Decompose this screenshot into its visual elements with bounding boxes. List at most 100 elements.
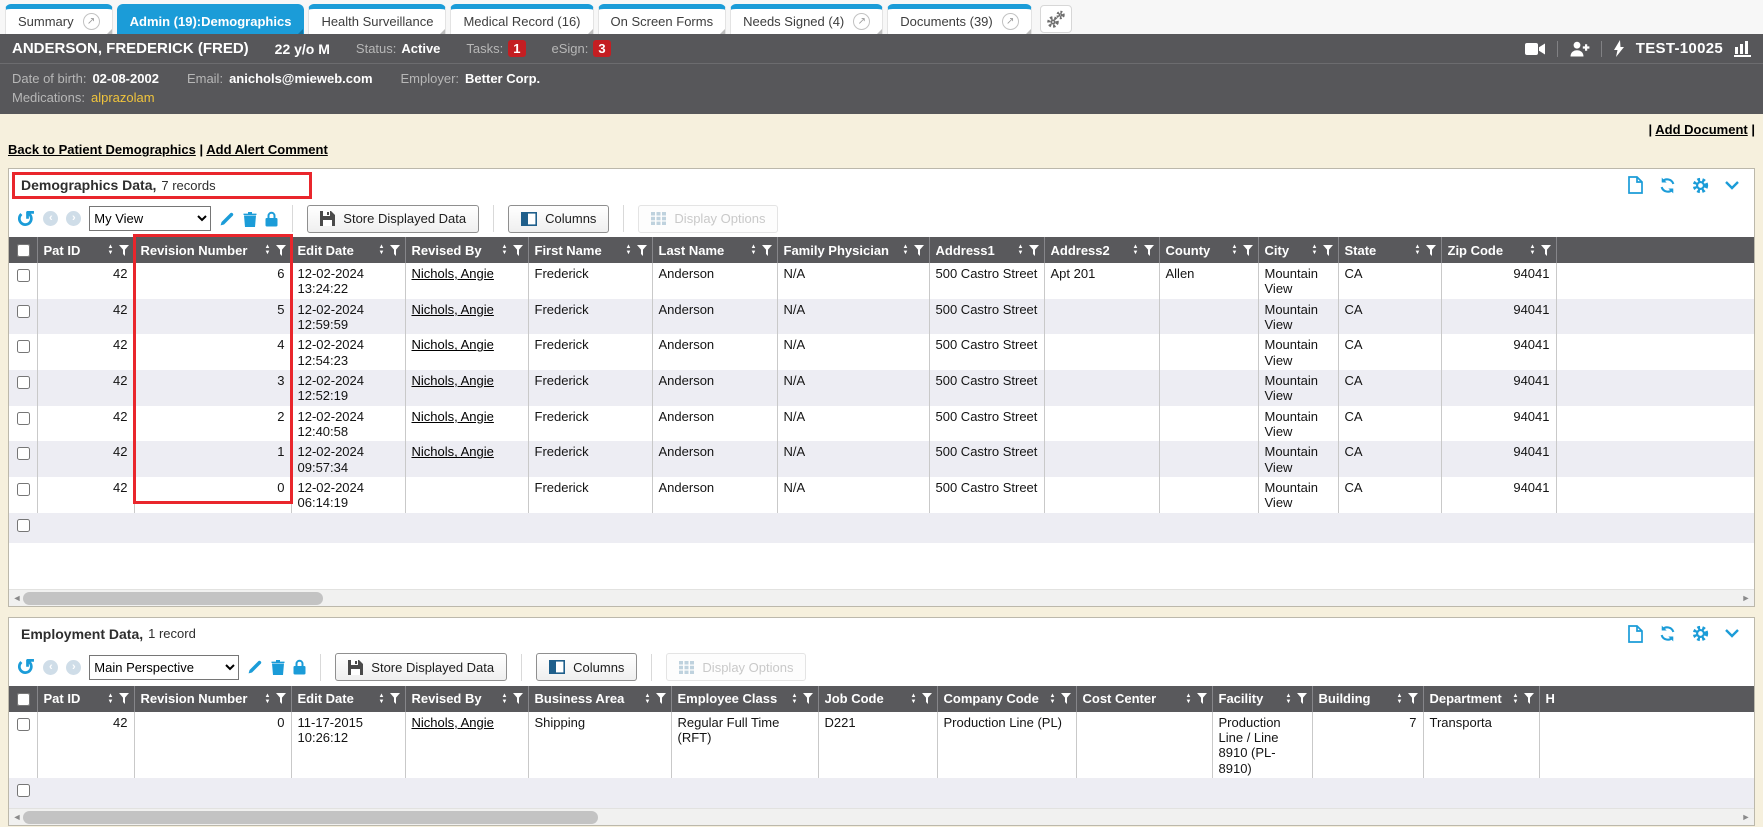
history-forward-icon[interactable]: › xyxy=(66,660,81,675)
columns-button[interactable]: Columns xyxy=(536,653,637,681)
filter-icon[interactable] xyxy=(922,693,932,704)
popout-icon[interactable]: ↗ xyxy=(853,13,870,30)
new-document-icon[interactable] xyxy=(1628,625,1643,643)
popout-icon[interactable]: ↗ xyxy=(1002,13,1019,30)
perspective-select[interactable]: Main Perspective xyxy=(89,655,239,680)
column-header-revised-by[interactable]: Revised By▲▼ xyxy=(405,237,528,263)
filter-icon[interactable] xyxy=(276,245,286,256)
new-document-icon[interactable] xyxy=(1628,176,1643,194)
row-checkbox[interactable] xyxy=(17,483,30,496)
filter-icon[interactable] xyxy=(390,693,400,704)
column-header-pat-id[interactable]: Pat ID▲▼ xyxy=(37,237,134,263)
row-checkbox[interactable] xyxy=(17,269,30,282)
sort-icon[interactable]: ▲▼ xyxy=(502,244,508,256)
chevron-down-icon[interactable] xyxy=(1725,181,1739,190)
tab-health-surveillance[interactable]: Health Surveillance xyxy=(308,4,446,34)
filter-icon[interactable] xyxy=(119,693,129,704)
column-header-revision-number[interactable]: Revision Number▲▼ xyxy=(134,237,291,263)
history-back-icon[interactable]: ‹ xyxy=(43,211,58,226)
select-all-checkbox[interactable] xyxy=(17,693,30,706)
revised-by-link[interactable]: Nichols, Angie xyxy=(412,715,494,730)
edit-pencil-icon[interactable] xyxy=(219,211,235,227)
add-document-link[interactable]: Add Document xyxy=(1655,122,1747,137)
tab-medical-record-16[interactable]: Medical Record (16) xyxy=(450,4,593,34)
row-checkbox[interactable] xyxy=(17,718,30,731)
video-camera-icon[interactable] xyxy=(1525,42,1546,56)
tab-admin-19-demographics[interactable]: Admin (19):Demographics xyxy=(117,4,305,34)
row-checkbox[interactable] xyxy=(17,340,30,353)
lightning-icon[interactable] xyxy=(1613,40,1625,57)
sort-icon[interactable]: ▲▼ xyxy=(1186,693,1192,705)
sort-icon[interactable]: ▲▼ xyxy=(1397,693,1403,705)
sort-icon[interactable]: ▲▼ xyxy=(265,244,271,256)
scrollbar-thumb[interactable] xyxy=(23,811,598,824)
refresh-icon[interactable] xyxy=(1659,177,1676,194)
horizontal-scrollbar[interactable]: ◄ ► xyxy=(9,808,1754,825)
filter-icon[interactable] xyxy=(276,693,286,704)
sort-icon[interactable]: ▲▼ xyxy=(1530,244,1536,256)
sort-icon[interactable]: ▲▼ xyxy=(1513,693,1519,705)
delete-trash-icon[interactable] xyxy=(243,211,257,227)
revised-by-link[interactable]: Nichols, Angie xyxy=(412,409,494,424)
revised-by-link[interactable]: Nichols, Angie xyxy=(412,266,494,281)
lock-icon[interactable] xyxy=(265,211,278,227)
column-header-city[interactable]: City▲▼ xyxy=(1258,237,1338,263)
column-header-address2[interactable]: Address2▲▼ xyxy=(1044,237,1159,263)
revised-by-link[interactable]: Nichols, Angie xyxy=(412,373,494,388)
filter-icon[interactable] xyxy=(1323,245,1333,256)
column-header-business-area[interactable]: Business Area▲▼ xyxy=(528,686,671,712)
scroll-right-arrow[interactable]: ► xyxy=(1738,809,1754,826)
revised-by-link[interactable]: Nichols, Angie xyxy=(412,302,494,317)
tasks-badge[interactable]: 1 xyxy=(508,40,525,57)
column-header-revised-by[interactable]: Revised By▲▼ xyxy=(405,686,528,712)
revised-by-link[interactable]: Nichols, Angie xyxy=(412,337,494,352)
tab-summary[interactable]: Summary↗ xyxy=(5,4,113,34)
filter-icon[interactable] xyxy=(119,245,129,256)
sort-icon[interactable]: ▲▼ xyxy=(502,693,508,705)
filter-icon[interactable] xyxy=(1029,245,1039,256)
gear-icon[interactable] xyxy=(1692,177,1709,194)
tab-needs-signed-4[interactable]: Needs Signed (4)↗ xyxy=(730,4,883,34)
column-header-zip-code[interactable]: Zip Code▲▼ xyxy=(1441,237,1556,263)
sort-icon[interactable]: ▲▼ xyxy=(911,693,917,705)
add-alert-comment-link[interactable]: Add Alert Comment xyxy=(206,142,328,157)
sort-icon[interactable]: ▲▼ xyxy=(1286,693,1292,705)
bar-chart-icon[interactable] xyxy=(1734,40,1751,57)
column-header-family-physician[interactable]: Family Physician▲▼ xyxy=(777,237,929,263)
history-back-icon[interactable]: ‹ xyxy=(43,660,58,675)
row-checkbox[interactable] xyxy=(17,519,30,532)
sort-icon[interactable]: ▲▼ xyxy=(379,244,385,256)
column-header-state[interactable]: State▲▼ xyxy=(1338,237,1441,263)
filter-icon[interactable] xyxy=(513,245,523,256)
chart-settings-button[interactable] xyxy=(1040,5,1072,33)
column-header-building[interactable]: Building▲▼ xyxy=(1312,686,1423,712)
column-header-company-code[interactable]: Company Code▲▼ xyxy=(937,686,1076,712)
row-checkbox[interactable] xyxy=(17,447,30,460)
filter-icon[interactable] xyxy=(1297,693,1307,704)
sort-icon[interactable]: ▲▼ xyxy=(108,244,114,256)
filter-icon[interactable] xyxy=(762,245,772,256)
sort-icon[interactable]: ▲▼ xyxy=(379,693,385,705)
filter-icon[interactable] xyxy=(914,245,924,256)
columns-button[interactable]: Columns xyxy=(508,205,609,233)
column-header-cost-center[interactable]: Cost Center▲▼ xyxy=(1076,686,1212,712)
column-header-employee-class[interactable]: Employee Class▲▼ xyxy=(671,686,818,712)
column-header-edit-date[interactable]: Edit Date▲▼ xyxy=(291,237,405,263)
column-header-edit-date[interactable]: Edit Date▲▼ xyxy=(291,686,405,712)
column-header-address1[interactable]: Address1▲▼ xyxy=(929,237,1044,263)
column-header-department[interactable]: Department▲▼ xyxy=(1423,686,1539,712)
store-displayed-data-button[interactable]: Store Displayed Data xyxy=(335,653,507,681)
filter-icon[interactable] xyxy=(1243,245,1253,256)
sort-icon[interactable]: ▲▼ xyxy=(1312,244,1318,256)
sort-icon[interactable]: ▲▼ xyxy=(792,693,798,705)
filter-icon[interactable] xyxy=(1426,245,1436,256)
filter-icon[interactable] xyxy=(1408,693,1418,704)
column-header-job-code[interactable]: Job Code▲▼ xyxy=(818,686,937,712)
history-forward-icon[interactable]: › xyxy=(66,211,81,226)
chevron-down-icon[interactable] xyxy=(1725,629,1739,638)
filter-icon[interactable] xyxy=(637,245,647,256)
edit-pencil-icon[interactable] xyxy=(247,659,263,675)
filter-icon[interactable] xyxy=(513,693,523,704)
sort-icon[interactable]: ▲▼ xyxy=(1133,244,1139,256)
refresh-icon[interactable] xyxy=(1659,625,1676,642)
